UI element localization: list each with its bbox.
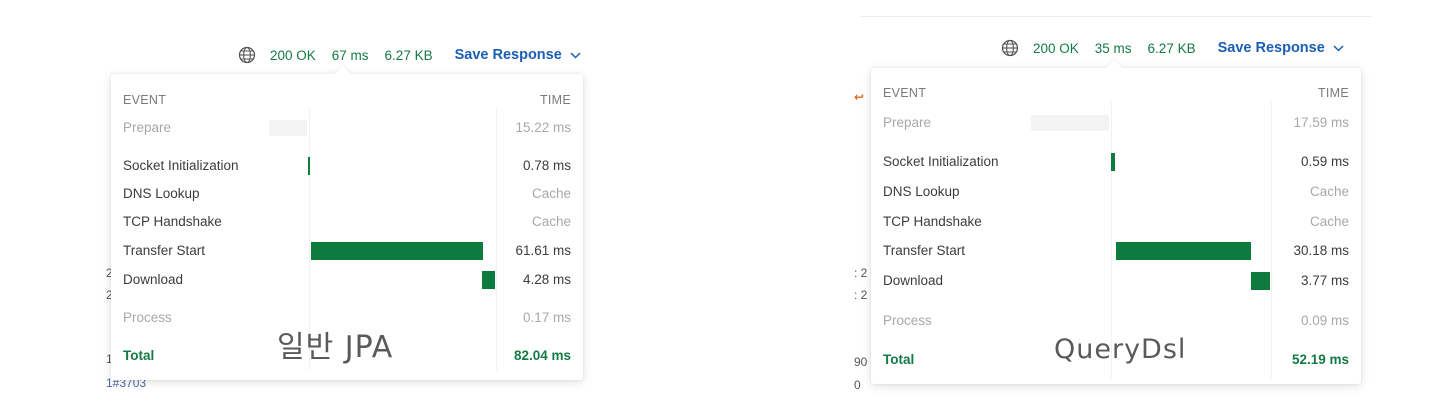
- wrap-icon[interactable]: ↩: [854, 90, 864, 104]
- timeline-bar: [1111, 153, 1115, 171]
- event-time: 15.22 ms: [515, 120, 571, 135]
- event-time: 17.59 ms: [1293, 115, 1349, 130]
- timeline-bar: [482, 271, 495, 289]
- event-label: Prepare: [883, 115, 932, 130]
- total-label: Total: [883, 352, 915, 367]
- screenshot-querydsl: 200 OK 35 ms 6.27 KB Save Response ↩ : 2…: [730, 0, 1453, 406]
- event-label: Socket Initialization: [883, 154, 999, 169]
- code-fragment: 0: [854, 378, 861, 392]
- total-time: 52.19 ms: [1291, 352, 1349, 367]
- timeline-bar: [1251, 272, 1270, 290]
- event-header: EVENT: [123, 93, 167, 107]
- timeline-end-line: [496, 108, 497, 370]
- event-label: DNS Lookup: [123, 186, 200, 201]
- save-response-button[interactable]: Save Response: [455, 47, 581, 63]
- event-label: Transfer Start: [883, 243, 966, 258]
- event-label: Socket Initialization: [123, 158, 239, 173]
- panel-pointer: [334, 65, 352, 83]
- timeline-bar-blurred: [269, 120, 307, 136]
- event-time: Cache: [1309, 214, 1349, 229]
- timing-row-dns: DNS Lookup Cache: [111, 183, 583, 205]
- response-time[interactable]: 67 ms: [332, 48, 369, 63]
- event-label: Process: [883, 313, 932, 328]
- total-time: 82.04 ms: [513, 348, 571, 363]
- event-time: 4.28 ms: [522, 272, 571, 287]
- timing-row-prepare: Prepare 17.59 ms: [871, 112, 1361, 134]
- event-time: Cache: [531, 186, 571, 201]
- event-time: Cache: [531, 214, 571, 229]
- event-time: 30.18 ms: [1293, 243, 1349, 258]
- code-fragment: 90: [854, 355, 868, 369]
- response-time[interactable]: 35 ms: [1095, 41, 1132, 56]
- globe-icon[interactable]: [238, 46, 256, 64]
- code-fragment: : 2: [854, 266, 868, 280]
- timing-row-tcp: TCP Handshake Cache: [111, 211, 583, 233]
- timing-panel: EVENT TIME Prepare 15.22 ms Socket Initi…: [111, 65, 583, 380]
- event-time: 3.77 ms: [1300, 273, 1349, 288]
- status-code[interactable]: 200 OK: [270, 48, 316, 63]
- time-header: TIME: [539, 93, 571, 107]
- chevron-down-icon: [1333, 44, 1344, 52]
- event-time: 0.59 ms: [1300, 154, 1349, 169]
- event-time: 0.17 ms: [522, 310, 571, 325]
- save-response-button[interactable]: Save Response: [1218, 40, 1344, 56]
- response-size[interactable]: 6.27 KB: [385, 48, 433, 63]
- timeline-bar: [308, 157, 310, 175]
- caption-overlay: 일반 JPA: [277, 330, 394, 365]
- timing-row-download: Download 4.28 ms: [111, 269, 583, 291]
- timing-row-transfer: Transfer Start 61.61 ms: [111, 240, 583, 262]
- time-header: TIME: [1317, 86, 1349, 100]
- window-top-border: [860, 16, 1372, 17]
- response-size[interactable]: 6.27 KB: [1148, 41, 1196, 56]
- timing-row-dns: DNS Lookup Cache: [871, 181, 1361, 203]
- globe-icon[interactable]: [1001, 39, 1019, 57]
- chevron-down-icon: [570, 51, 581, 59]
- timing-row-tcp: TCP Handshake Cache: [871, 211, 1361, 233]
- event-time: 0.78 ms: [522, 158, 571, 173]
- timing-row-download: Download 3.77 ms: [871, 270, 1361, 292]
- timing-row-transfer: Transfer Start 30.18 ms: [871, 240, 1361, 262]
- total-label: Total: [123, 348, 155, 363]
- panel-pointer: [1105, 59, 1123, 77]
- timing-row-process: Process 0.09 ms: [871, 310, 1361, 332]
- event-label: Prepare: [123, 120, 172, 135]
- event-label: TCP Handshake: [123, 214, 222, 229]
- screenshot-jpa: 200 OK 67 ms 6.27 KB Save Response 2 2 1…: [0, 0, 720, 406]
- response-meta-bar: 200 OK 67 ms 6.27 KB Save Response: [238, 46, 581, 64]
- save-response-label: Save Response: [1217, 40, 1325, 56]
- timeline-bar: [1116, 242, 1251, 260]
- timing-row-prepare: Prepare 15.22 ms: [111, 117, 583, 139]
- event-label: Transfer Start: [123, 243, 206, 258]
- response-meta-bar: 200 OK 35 ms 6.27 KB Save Response: [1001, 39, 1344, 57]
- status-code[interactable]: 200 OK: [1033, 41, 1079, 56]
- event-header: EVENT: [883, 86, 927, 100]
- event-label: DNS Lookup: [883, 184, 960, 199]
- timing-panel: EVENT TIME Prepare 17.59 ms Socket Initi…: [871, 59, 1361, 384]
- timeline-bar: [311, 242, 483, 260]
- event-time: 61.61 ms: [515, 243, 571, 258]
- timeline-bar-blurred: [1031, 115, 1109, 131]
- event-label: TCP Handshake: [883, 214, 982, 229]
- event-label: Download: [883, 273, 944, 288]
- caption-overlay: QueryDsl: [1054, 334, 1187, 365]
- timing-row-socket: Socket Initialization 0.59 ms: [871, 151, 1361, 173]
- save-response-label: Save Response: [454, 47, 562, 63]
- event-label: Process: [123, 310, 172, 325]
- code-fragment: : 2: [854, 288, 868, 302]
- event-time: Cache: [1309, 184, 1349, 199]
- timing-row-socket: Socket Initialization 0.78 ms: [111, 155, 583, 177]
- event-label: Download: [123, 272, 184, 287]
- event-time: 0.09 ms: [1300, 313, 1349, 328]
